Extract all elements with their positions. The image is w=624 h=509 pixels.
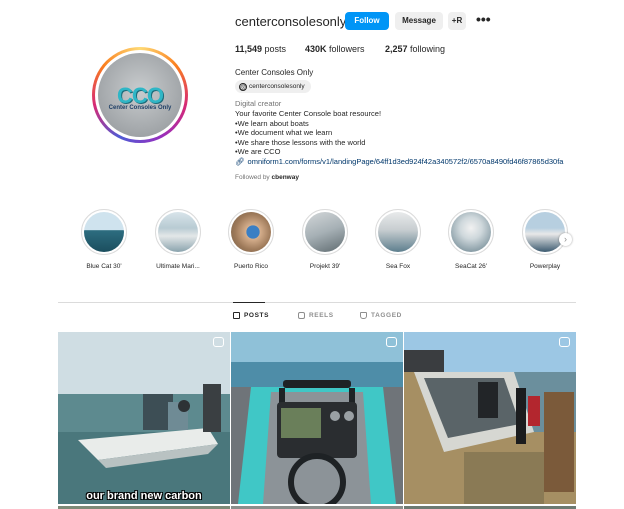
chevron-right-icon[interactable]: › — [559, 233, 572, 246]
highlight-label: Projekt 39' — [309, 263, 341, 270]
tab-reels[interactable]: REELS — [298, 312, 334, 319]
highlight-thumbnail — [305, 212, 345, 252]
tab-reels-label: REELS — [309, 312, 334, 319]
highlight-item[interactable]: Puerto Rico — [221, 209, 281, 270]
reels-icon — [298, 312, 305, 319]
profile-avatar[interactable]: CCO Center Consoles Only — [92, 47, 188, 143]
followers-stat[interactable]: 430K followers — [305, 44, 365, 54]
active-tab-indicator — [233, 302, 265, 303]
highlight-label: Sea Fox — [385, 263, 411, 270]
tabs-divider — [58, 302, 576, 303]
followers-label: followers — [329, 44, 365, 54]
following-label: following — [410, 44, 446, 54]
posts-count-label: posts — [264, 44, 287, 54]
message-button[interactable]: Message — [395, 12, 443, 30]
reel-icon — [213, 337, 224, 347]
highlight-label: SeaCat 26' — [455, 263, 487, 270]
profile-link-text: omniform1.com/forms/v1/landingPage/64ff1… — [247, 157, 564, 166]
bio-line: •We learn about boats — [235, 118, 309, 128]
more-options-icon[interactable]: ••• — [476, 11, 491, 27]
bio-line: •We document what we learn — [235, 128, 333, 137]
followers-count: 430K — [305, 44, 327, 54]
follow-button[interactable]: Follow — [345, 12, 389, 30]
profile-bio: Your favorite Center Console boat resour… — [235, 109, 381, 157]
profile-username: centerconsolesonly — [235, 14, 347, 29]
highlight-label: Ultimate Mari... — [156, 263, 200, 270]
threads-badge[interactable]: @ centerconsolesonly — [235, 80, 311, 93]
profile-full-name: Center Consoles Only — [235, 68, 314, 77]
reel-icon — [559, 337, 570, 347]
bio-line: Your favorite Center Console boat resour… — [235, 109, 382, 118]
threads-icon: @ — [239, 82, 247, 91]
followed-by-name: cbenway — [271, 174, 299, 181]
highlight-thumbnail — [231, 212, 271, 252]
highlight-label: Puerto Rico — [234, 263, 268, 270]
reel-icon — [386, 337, 397, 347]
highlight-thumbnail — [158, 212, 198, 252]
highlight-thumbnail — [525, 212, 565, 252]
posts-count: 11,549 — [235, 44, 263, 54]
bio-line: •We share those lessons with the world — [235, 137, 366, 147]
post-image — [58, 332, 230, 504]
highlight-thumbnail — [451, 212, 491, 252]
highlight-thumbnail — [378, 212, 418, 252]
highlight-item[interactable]: SeaCat 26' — [441, 209, 501, 270]
highlight-item[interactable]: Sea Fox — [368, 209, 428, 270]
post-image — [231, 332, 403, 504]
following-stat[interactable]: 2,257 following — [385, 44, 445, 54]
followed-by-prefix: Followed by — [235, 174, 270, 181]
highlight-item[interactable]: Ultimate Mari... — [148, 209, 208, 270]
add-user-button[interactable]: +R — [448, 12, 466, 30]
tagged-icon — [360, 312, 367, 319]
profile-link[interactable]: 🔗︎ omniform1.com/forms/v1/landingPage/64… — [235, 157, 563, 166]
highlight-item[interactable]: Projekt 39' — [295, 209, 355, 270]
highlight-label: Blue Cat 30' — [86, 263, 122, 270]
post-tile[interactable]: our brand new carbon — [58, 332, 230, 504]
post-tile[interactable] — [231, 332, 403, 504]
avatar-logo-subtitle: Center Consoles Only — [108, 105, 172, 111]
highlight-label: Powerplay — [529, 263, 561, 270]
highlight-item[interactable]: Blue Cat 30' — [74, 209, 134, 270]
threads-handle: centerconsolesonly — [249, 83, 305, 90]
tab-posts[interactable]: POSTS — [233, 312, 269, 319]
grid-icon — [233, 312, 240, 319]
following-count: 2,257 — [385, 44, 408, 54]
followed-by[interactable]: Followed by cbenway — [235, 174, 299, 181]
post-caption: our brand new carbon — [86, 490, 202, 502]
tab-posts-label: POSTS — [244, 312, 270, 319]
posts-count-stat: 11,549 posts — [235, 44, 286, 54]
highlight-thumbnail — [84, 212, 124, 252]
bio-line: •We are CCO — [235, 147, 281, 156]
link-icon: 🔗︎ — [235, 157, 245, 166]
tab-tagged-label: TAGGED — [371, 312, 402, 319]
post-image — [404, 332, 576, 504]
post-tile[interactable] — [404, 332, 576, 504]
profile-category: Digital creator — [235, 99, 282, 108]
tab-tagged[interactable]: TAGGED — [360, 312, 402, 319]
